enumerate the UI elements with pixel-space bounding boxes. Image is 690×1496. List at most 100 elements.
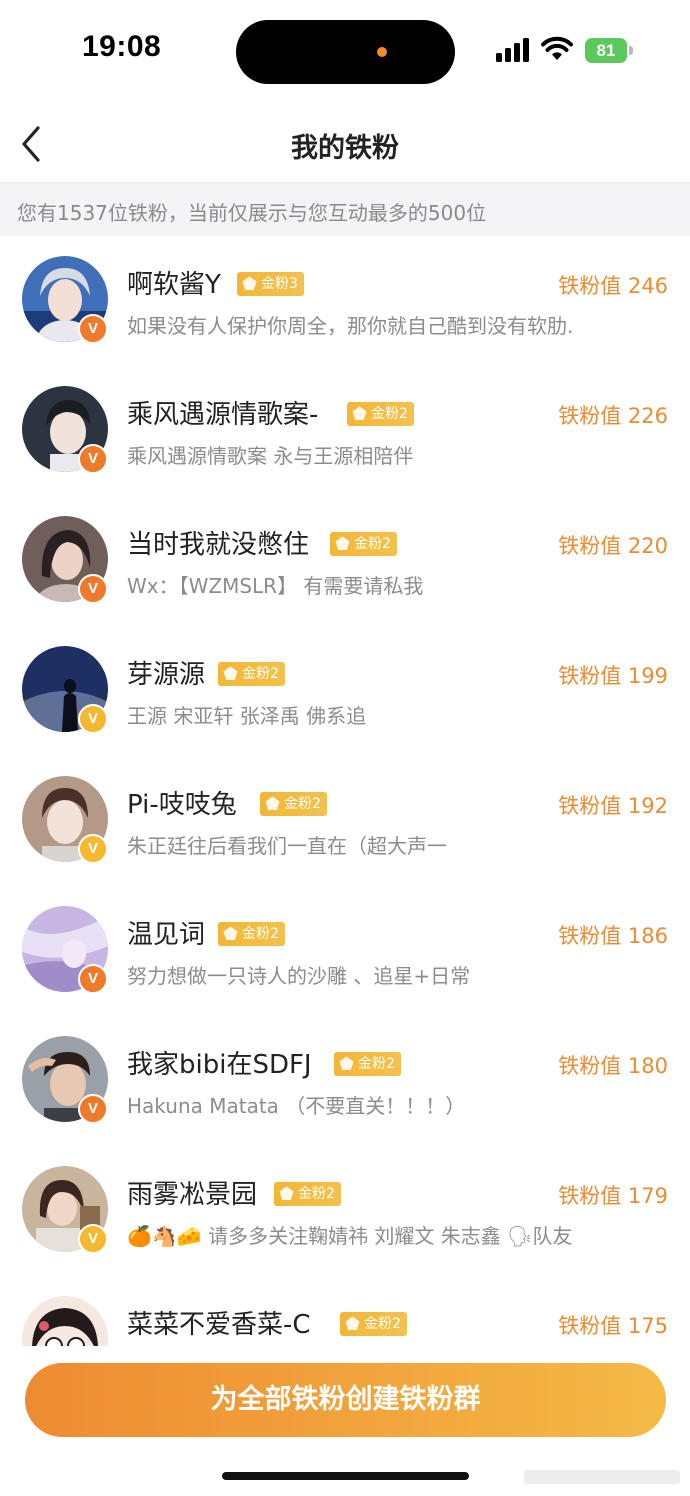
nav-bar: 我的铁粉 [0,108,690,180]
fan-medal-badge: 金粉2 [347,402,414,426]
score-value: 220 [627,534,668,558]
fan-score: 铁粉值 186 [558,920,668,950]
home-indicator [222,1472,469,1480]
medal-label: 金粉2 [364,1316,401,1332]
fan-count-notice: 您有1537位铁粉，当前仅展示与您互动最多的500位 [0,182,690,236]
fan-name: 雨雾凇景园 [127,1180,258,1210]
battery-level: 81 [596,41,616,60]
fan-medal-badge: 金粉3 [237,272,304,296]
fan-name: 当时我就没憋住 [127,530,310,560]
fan-bio: Hakuna Matata （不要直关！！！） [127,1094,466,1118]
verified-badge-icon: V [78,574,108,604]
fan-name: 芽源源 [127,660,206,690]
fan-name: 啊软酱Y [127,270,221,300]
verified-badge-icon: V [78,964,108,994]
fan-bio: 乘风遇源情歌案 永与王源相陪伴 [127,444,414,468]
fan-medal-badge: 金粉2 [218,922,285,946]
create-fan-group-button[interactable]: 为全部铁粉创建铁粉群 [25,1363,666,1437]
create-fan-group-label: 为全部铁粉创建铁粉群 [210,1384,481,1415]
score-value: 199 [627,664,668,688]
fan-bio: 如果没有人保护你周全，那你就自己酷到没有软肋. [127,314,574,338]
score-label: 铁粉值 [558,794,622,818]
fan-name: 乘风遇源情歌案- [127,400,319,430]
fan-bio: 🍊🐴🧀 请多多关注鞠婧祎 刘耀文 朱志鑫 🗣队友 [127,1224,573,1248]
avatar[interactable] [22,1296,108,1346]
score-label: 铁粉值 [558,1314,622,1338]
fan-list-item[interactable]: V 雨雾凇景园 金粉2 🍊🐴🧀 请多多关注鞠婧祎 刘耀文 朱志鑫 🗣队友 铁粉值… [0,1146,690,1276]
fan-score: 铁粉值 175 [558,1310,668,1340]
fan-list: V 啊软酱Y 金粉3 如果没有人保护你周全，那你就自己酷到没有软肋. 铁粉值 2… [0,236,690,1346]
score-label: 铁粉值 [558,1184,622,1208]
medal-icon [352,406,367,420]
battery-icon: 81 [585,38,633,63]
fan-medal-badge: 金粉2 [260,792,327,816]
watermark-logo [524,1470,680,1484]
fan-score: 铁粉值 226 [558,400,668,430]
medal-label: 金粉2 [242,926,279,942]
status-time: 19:08 [82,30,162,63]
medal-label: 金粉2 [358,1056,395,1072]
medal-icon [339,1056,354,1070]
verified-badge-icon: V [78,1094,108,1124]
medal-icon [242,276,257,290]
fan-score: 铁粉值 180 [558,1050,668,1080]
verified-badge-icon: V [78,834,108,864]
fan-list-item[interactable]: 菜菜不爱香菜-C 金粉2 铁粉值 175 [0,1276,690,1346]
fan-list-item[interactable]: V 芽源源 金粉2 王源 宋亚轩 张泽禹 佛系追 铁粉值 199 [0,626,690,756]
fan-medal-badge: 金粉2 [334,1052,401,1076]
medal-label: 金粉2 [242,666,279,682]
score-label: 铁粉值 [558,274,622,298]
score-value: 246 [627,274,668,298]
verified-badge-icon: V [78,314,108,344]
medal-label: 金粉2 [284,796,321,812]
medal-icon [265,796,280,810]
fan-list-item[interactable]: V 当时我就没憋住 金粉2 Wx：【WZMSLR】 有需要请私我 铁粉值 220 [0,496,690,626]
fan-bio: Wx：【WZMSLR】 有需要请私我 [127,574,424,598]
score-value: 226 [627,404,668,428]
wifi-icon [541,36,573,60]
fan-medal-badge: 金粉2 [330,532,397,556]
verified-badge-icon: V [78,1224,108,1254]
score-label: 铁粉值 [558,924,622,948]
fan-list-item[interactable]: V 乘风遇源情歌案- 金粉2 乘风遇源情歌案 永与王源相陪伴 铁粉值 226 [0,366,690,496]
fan-name: 我家bibi在SDFJ [127,1050,312,1080]
score-label: 铁粉值 [558,534,622,558]
medal-icon [223,926,238,940]
medal-icon [223,666,238,680]
fan-list-item[interactable]: V Pi-吱吱兔 金粉2 朱正廷往后看我们一直在（超大声一 铁粉值 192 [0,756,690,886]
notice-text: 您有1537位铁粉，当前仅展示与您互动最多的500位 [17,201,487,225]
fan-name: 温见词 [127,920,206,950]
signal-icon [496,38,529,62]
fan-medal-badge: 金粉2 [340,1312,407,1336]
fan-name: 菜菜不爱香菜-C [127,1310,311,1340]
fan-score: 铁粉值 192 [558,790,668,820]
fan-name: Pi-吱吱兔 [127,790,237,820]
fan-medal-badge: 金粉2 [274,1182,341,1206]
fan-list-item[interactable]: V 啊软酱Y 金粉3 如果没有人保护你周全，那你就自己酷到没有软肋. 铁粉值 2… [0,236,690,366]
medal-icon [345,1316,360,1330]
page-title: 我的铁粉 [291,133,399,164]
recording-dot [377,47,387,57]
score-label: 铁粉值 [558,664,622,688]
medal-label: 金粉2 [298,1186,335,1202]
verified-badge-icon: V [78,704,108,734]
fan-score: 铁粉值 179 [558,1180,668,1210]
fan-score: 铁粉值 246 [558,270,668,300]
score-label: 铁粉值 [558,404,622,428]
score-value: 186 [627,924,668,948]
fan-list-item[interactable]: V 温见词 金粉2 努力想做一只诗人的沙雕 、追星+日常 铁粉值 186 [0,886,690,1016]
fan-list-item[interactable]: V 我家bibi在SDFJ 金粉2 Hakuna Matata （不要直关！！！… [0,1016,690,1146]
score-label: 铁粉值 [558,1054,622,1078]
status-bar: 19:08 81 [0,0,690,100]
fan-medal-badge: 金粉2 [218,662,285,686]
fan-bio: 努力想做一只诗人的沙雕 、追星+日常 [127,964,471,988]
score-value: 192 [627,794,668,818]
medal-label: 金粉2 [371,406,408,422]
medal-label: 金粉3 [261,276,298,292]
battery-cap [629,46,633,55]
medal-icon [335,536,350,550]
score-value: 180 [627,1054,668,1078]
fan-score: 铁粉值 199 [558,660,668,690]
medal-label: 金粉2 [354,536,391,552]
fan-bio: 朱正廷往后看我们一直在（超大声一 [127,834,447,858]
